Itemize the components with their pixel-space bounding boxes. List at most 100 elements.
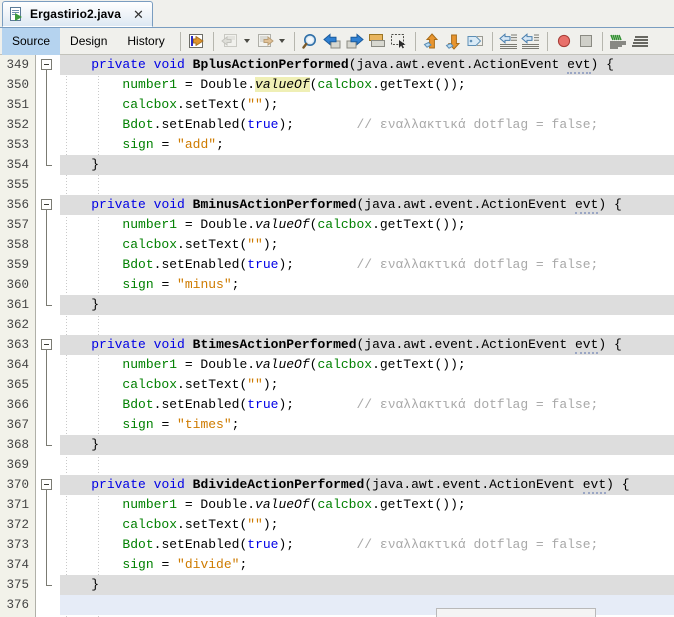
code-line[interactable]: Bdot.setEnabled(true); // εναλλακτικά do… xyxy=(60,255,674,275)
fold-line xyxy=(46,350,47,445)
code-line[interactable]: Bdot.setEnabled(true); // εναλλακτικά do… xyxy=(60,115,674,135)
code-line[interactable] xyxy=(60,175,674,195)
code-line[interactable]: sign = "divide"; xyxy=(60,555,674,575)
line-number: 352 xyxy=(6,118,29,132)
document-tab-ergastirio2[interactable]: Ergastirio2.java ✕ xyxy=(2,1,153,27)
line-number: 351 xyxy=(6,98,29,112)
forward-icon[interactable] xyxy=(254,30,276,52)
stop-icon[interactable] xyxy=(575,30,597,52)
line-number: 355 xyxy=(6,178,29,192)
toggle-bookmark-icon[interactable] xyxy=(465,30,487,52)
back-icon[interactable] xyxy=(219,30,241,52)
code-line[interactable]: calcbox.setText(""); xyxy=(60,515,674,535)
toolbar-separator xyxy=(293,31,295,51)
tab-history-label: History xyxy=(127,34,165,48)
code-folding-column[interactable] xyxy=(36,55,60,617)
line-number: 349 xyxy=(6,58,29,72)
java-file-icon xyxy=(10,6,24,22)
code-line[interactable]: } xyxy=(60,295,674,315)
code-line[interactable]: Bdot.setEnabled(true); // εναλλακτικά do… xyxy=(60,395,674,415)
shift-line-right-icon[interactable] xyxy=(520,30,542,52)
code-line[interactable] xyxy=(60,315,674,335)
tab-source[interactable]: Source xyxy=(2,27,61,55)
code-line[interactable]: sign = "times"; xyxy=(60,415,674,435)
line-number: 361 xyxy=(6,298,29,312)
forward-dropdown-icon[interactable] xyxy=(276,30,289,52)
inspect-members-icon[interactable] xyxy=(608,30,630,52)
toggle-breakpoint-icon[interactable] xyxy=(553,30,575,52)
code-line[interactable]: } xyxy=(60,435,674,455)
code-line[interactable]: calcbox.setText(""); xyxy=(60,235,674,255)
previous-bookmark-icon[interactable] xyxy=(421,30,443,52)
tab-design-label: Design xyxy=(70,34,108,48)
line-number: 370 xyxy=(6,478,29,492)
line-number: 360 xyxy=(6,278,29,292)
code-line[interactable]: calcbox.setText(""); xyxy=(60,375,674,395)
toggle-rectangular-selection-icon[interactable] xyxy=(388,30,410,52)
shift-line-left-icon[interactable] xyxy=(498,30,520,52)
line-number: 371 xyxy=(6,498,29,512)
code-line[interactable]: calcbox.setText(""); xyxy=(60,95,674,115)
code-text-area[interactable]: private void BplusActionPerformed(java.a… xyxy=(60,55,674,617)
fold-toggle-icon[interactable] xyxy=(41,479,52,490)
fold-line xyxy=(46,70,47,165)
line-number-gutter: 349 350 351 352 353 354 355 356 357 358 359 360 361 3… xyxy=(0,55,36,617)
code-line[interactable]: number1 = Double.valueOf(calcbox.getText… xyxy=(60,495,674,515)
toolbar-separator xyxy=(491,31,493,51)
netbeans-editor-window: Ergastirio2.java ✕ Source Design History xyxy=(0,0,674,617)
find-next-icon[interactable] xyxy=(344,30,366,52)
line-number: 376 xyxy=(6,598,29,612)
line-number: 353 xyxy=(6,138,29,152)
fold-end-marker xyxy=(46,165,52,166)
code-line[interactable]: Bdot.setEnabled(true); // εναλλακτικά do… xyxy=(60,535,674,555)
document-tab-label: Ergastirio2.java xyxy=(30,7,121,21)
line-number: 357 xyxy=(6,218,29,232)
code-editor[interactable]: 349 350 351 352 353 354 355 356 357 358 359 360 361 3… xyxy=(0,55,674,617)
close-icon[interactable]: ✕ xyxy=(133,8,144,21)
tab-source-label: Source xyxy=(12,34,51,48)
fold-end-marker xyxy=(46,585,52,586)
next-bookmark-icon[interactable] xyxy=(443,30,465,52)
toolbar-separator xyxy=(414,31,416,51)
code-line[interactable]: sign = "add"; xyxy=(60,135,674,155)
toolbar-separator xyxy=(179,31,181,51)
code-line[interactable]: } xyxy=(60,575,674,595)
line-number: 359 xyxy=(6,258,29,272)
completion-popup-sliver[interactable] xyxy=(436,608,596,617)
inspect-hierarchy-icon[interactable] xyxy=(630,30,652,52)
find-previous-icon[interactable] xyxy=(322,30,344,52)
line-number: 372 xyxy=(6,518,29,532)
line-number: 368 xyxy=(6,438,29,452)
toolbar-separator xyxy=(546,31,548,51)
line-number: 365 xyxy=(6,378,29,392)
find-selection-icon[interactable] xyxy=(300,30,322,52)
code-line[interactable]: private void BtimesActionPerformed(java.… xyxy=(60,335,674,355)
fold-line xyxy=(46,210,47,305)
toolbar-separator xyxy=(601,31,603,51)
back-dropdown-icon[interactable] xyxy=(241,30,254,52)
code-line[interactable]: number1 = Double.valueOf(calcbox.getText… xyxy=(60,215,674,235)
code-line[interactable]: number1 = Double.valueOf(calcbox.getText… xyxy=(60,355,674,375)
code-line[interactable]: } xyxy=(60,155,674,175)
code-line[interactable]: private void BminusActionPerformed(java.… xyxy=(60,195,674,215)
tab-history[interactable]: History xyxy=(117,28,174,55)
fold-toggle-icon[interactable] xyxy=(41,199,52,210)
code-line[interactable]: sign = "minus"; xyxy=(60,275,674,295)
toggle-highlight-icon[interactable] xyxy=(366,30,388,52)
code-line[interactable]: private void BdivideActionPerformed(java… xyxy=(60,475,674,495)
code-line[interactable] xyxy=(60,455,674,475)
line-number: 364 xyxy=(6,358,29,372)
line-number: 358 xyxy=(6,238,29,252)
code-line[interactable]: number1 = Double.valueOf(calcbox.getText… xyxy=(60,75,674,95)
line-number: 356 xyxy=(6,198,29,212)
last-edit-icon[interactable] xyxy=(186,30,208,52)
document-tab-strip: Ergastirio2.java ✕ xyxy=(0,0,674,28)
code-line[interactable]: private void BplusActionPerformed(java.a… xyxy=(60,55,674,75)
fold-toggle-icon[interactable] xyxy=(41,59,52,70)
line-number: 363 xyxy=(6,338,29,352)
line-number: 367 xyxy=(6,418,29,432)
line-number: 350 xyxy=(6,78,29,92)
fold-toggle-icon[interactable] xyxy=(41,339,52,350)
tab-design[interactable]: Design xyxy=(60,28,117,55)
line-number: 369 xyxy=(6,458,29,472)
